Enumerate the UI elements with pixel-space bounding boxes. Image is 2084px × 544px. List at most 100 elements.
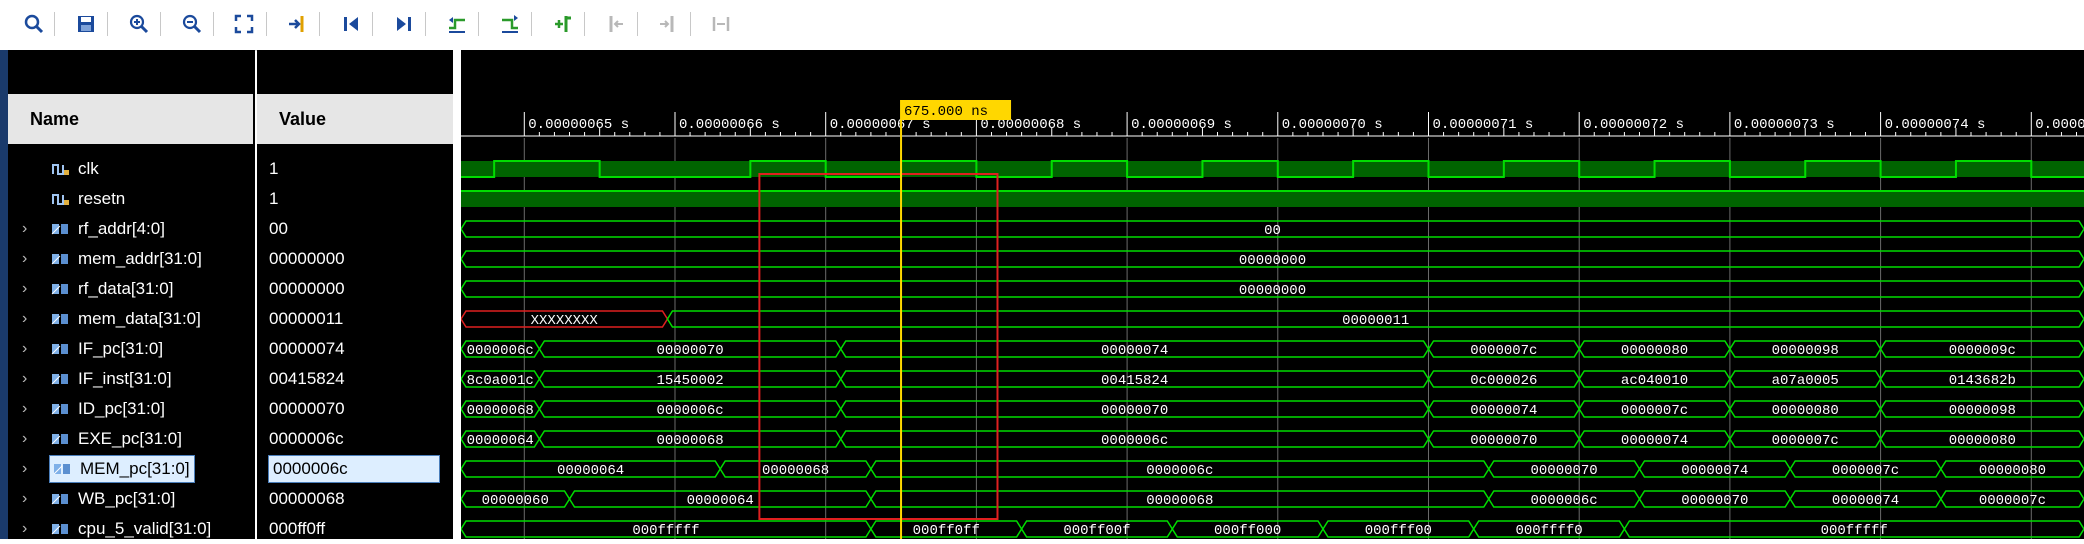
ruler-label: 0.00000071 s (1432, 117, 1533, 133)
chevron-right-icon[interactable]: › (22, 250, 36, 268)
signal-value: 00000000 (269, 279, 345, 298)
bus-value-label: 00000070 (1531, 463, 1598, 479)
bus-value-label: 0000006c (1101, 433, 1168, 449)
bus-value-label: 00000080 (1979, 463, 2046, 479)
toolbar-separator (372, 12, 373, 36)
signal-name-row[interactable]: › mem_data[31:0] (22, 304, 252, 334)
save-icon (78, 16, 94, 32)
bus-value-label: 0000007c (1621, 403, 1688, 419)
toolbar-separator (584, 12, 585, 36)
toolbar (0, 0, 2084, 51)
signal-name: mem_data[31:0] (78, 309, 201, 328)
signal-value: 00 (269, 219, 288, 238)
bus-signal-icon (50, 431, 72, 447)
signal-name-row[interactable]: › WB_pc[31:0] (22, 484, 252, 514)
chevron-right-icon[interactable]: › (22, 460, 36, 478)
bus-value-label: 00000064 (687, 493, 754, 509)
bus-value-label: 00000074 (1101, 343, 1168, 359)
zoom-in-button[interactable] (125, 10, 153, 38)
signal-name: IF_pc[31:0] (78, 339, 164, 358)
bus-value-label: 00000068 (1146, 493, 1213, 509)
selected-signal[interactable]: MEM_pc[31:0] (49, 455, 195, 483)
signal-name-row[interactable]: › cpu_5_valid[31:0] (22, 514, 252, 544)
signal-name-row[interactable]: › mem_addr[31:0] (22, 244, 252, 274)
bus-value-label: 00000070 (1101, 403, 1168, 419)
bus-value-label: 00000080 (1949, 433, 2016, 449)
zoom-in-icon (129, 14, 149, 34)
bus-value-label: 000fffff (632, 523, 699, 539)
bus-signal-icon (50, 281, 72, 297)
value-column: Value 1 1 00 00000000 00000000 00000011 000000… (257, 50, 453, 539)
toolbar-separator (266, 12, 267, 36)
signal-name-row[interactable]: resetn (22, 184, 252, 214)
bus-value-label: 00415824 (1101, 373, 1168, 389)
ruler-label: 0.00000065 s (528, 117, 629, 133)
chevron-right-icon[interactable]: › (22, 220, 36, 238)
go-to-start-button[interactable] (337, 10, 365, 38)
signal-value: 1 (269, 159, 279, 178)
chevron-right-icon[interactable]: › (22, 430, 36, 448)
chevron-right-icon[interactable]: › (22, 340, 36, 358)
next-marker-button[interactable] (654, 10, 682, 38)
chevron-right-icon[interactable]: › (22, 490, 36, 508)
previous-transition-button[interactable] (443, 10, 471, 38)
bus-value-label: 00000074 (1621, 433, 1688, 449)
signal-value: 0000006c (269, 429, 344, 448)
waveform-svg[interactable]: 0.00000065 s 0.00000066 s 0.00000067 s 0.00… (461, 50, 2084, 539)
bus-value-label: 00000011 (1342, 313, 1409, 329)
next-transition-button[interactable] (496, 10, 524, 38)
bus-value-label: 0000006c (1146, 463, 1213, 479)
bus-value-label: 0000007c (1772, 433, 1839, 449)
swap-cursors-button[interactable] (707, 10, 735, 38)
chevron-right-icon[interactable]: › (22, 400, 36, 418)
resetn-fill (461, 191, 2084, 207)
bus-value-label: 0143682b (1949, 373, 2016, 389)
toolbar-separator (319, 12, 320, 36)
ruler-label: 0.00000066 s (679, 117, 780, 133)
signal-name-row[interactable]: › rf_addr[4:0] (22, 214, 252, 244)
previous-marker-button[interactable] (601, 10, 629, 38)
bus-value-label: 0000007c (1470, 343, 1537, 359)
chevron-right-icon[interactable]: › (22, 280, 36, 298)
next-transition-icon (502, 15, 518, 33)
signal-name: IF_inst[31:0] (78, 369, 172, 388)
waveform-canvas[interactable]: 0.00000065 s 0.00000066 s 0.00000067 s 0.00… (461, 50, 2084, 539)
add-marker-button[interactable] (549, 10, 577, 38)
window-edge (0, 50, 8, 539)
signal-value: 00000070 (269, 399, 345, 418)
signal-name-row[interactable]: clk (22, 154, 252, 184)
signal-name: rf_addr[4:0] (78, 219, 165, 238)
bus-signal-icon (50, 491, 72, 507)
signal-name-row[interactable]: › MEM_pc[31:0] (22, 454, 252, 484)
value-column-header[interactable]: Value (257, 94, 453, 144)
bus-value-label: 15450002 (656, 373, 723, 389)
chevron-right-icon[interactable]: › (22, 520, 36, 538)
bus-value-label: 00000080 (1772, 403, 1839, 419)
swap-cursors-icon (712, 17, 730, 31)
go-to-start-icon (344, 17, 358, 31)
go-to-cursor-button[interactable] (283, 10, 311, 38)
bus-value-label: 000ff0ff (913, 523, 980, 539)
ruler-label: 0.00000072 s (1583, 117, 1684, 133)
bus-value-label: 00000074 (1832, 493, 1899, 509)
go-to-cursor-icon (289, 16, 304, 32)
signal-name: MEM_pc[31:0] (80, 459, 190, 478)
toolbar-separator (690, 12, 691, 36)
zoom-fit-button[interactable] (230, 10, 258, 38)
signal-name-row[interactable]: › EXE_pc[31:0] (22, 424, 252, 454)
signal-name-row[interactable]: › rf_data[31:0] (22, 274, 252, 304)
signal-name-row[interactable]: › IF_pc[31:0] (22, 334, 252, 364)
panel-splitter[interactable] (453, 50, 461, 539)
ruler-label: 0.00000069 s (1131, 117, 1232, 133)
bus-value-label: 00 (1264, 223, 1281, 239)
cursor-time-label: 675.000 ns (904, 104, 988, 120)
signal-name-row[interactable]: › IF_inst[31:0] (22, 364, 252, 394)
signal-name-row[interactable]: › ID_pc[31:0] (22, 394, 252, 424)
chevron-right-icon[interactable]: › (22, 310, 36, 328)
save-button[interactable] (72, 10, 100, 38)
go-to-end-button[interactable] (390, 10, 418, 38)
name-column-header[interactable]: Name (8, 94, 253, 144)
chevron-right-icon[interactable]: › (22, 370, 36, 388)
zoom-search-button[interactable] (20, 10, 48, 38)
zoom-out-button[interactable] (178, 10, 206, 38)
